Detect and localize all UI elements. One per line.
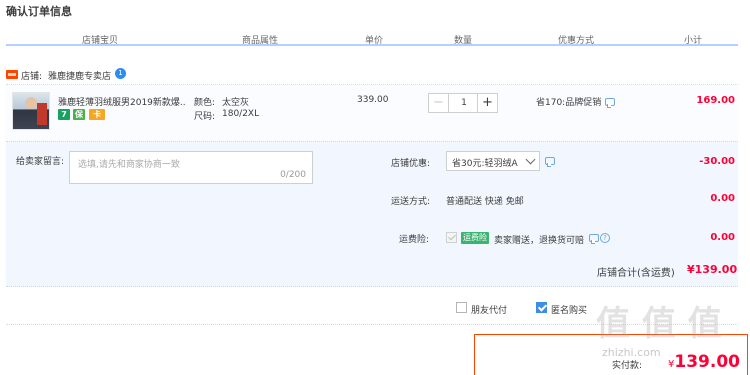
- store-type-icon: [6, 70, 18, 79]
- seller-memo-textarea[interactable]: 选填,请先和商家协商一致 0/200: [69, 151, 313, 184]
- unit-price: 339.00: [357, 95, 389, 105]
- column-header-subtotal: 小计: [684, 36, 703, 46]
- memo-label: 给卖家留言:: [16, 157, 65, 167]
- freight-insurance-badge: 运费险: [461, 232, 489, 244]
- freight-insurance-text: 卖家赠送，退换货可赔: [494, 236, 585, 246]
- discount-comment-icon[interactable]: [545, 157, 555, 167]
- watermark-logo: 值 值 值: [596, 304, 722, 344]
- store-discount-selected: 省30元:轻羽绒A: [452, 159, 518, 169]
- freight-insurance-amount: 0.00: [710, 232, 735, 243]
- store-discount-amount: -30.00: [699, 156, 735, 167]
- seven-day-return-icon[interactable]: 7: [58, 109, 70, 120]
- memo-char-count: 0/200: [280, 170, 306, 180]
- help-icon[interactable]: ?: [600, 233, 610, 243]
- store-chat-badge-icon[interactable]: 1: [115, 68, 126, 79]
- payment-label: 实付款:: [612, 361, 643, 371]
- quantity-increase-button[interactable]: +: [477, 94, 497, 112]
- product-title-link[interactable]: 雅鹿轻薄羽绒服男2019新款爆...: [58, 95, 186, 108]
- product-thumbnail[interactable]: [12, 92, 50, 130]
- size-label: 尺码:: [194, 112, 216, 122]
- store-discount-label: 店铺优惠:: [391, 159, 431, 169]
- freight-insurance-label: 运费险:: [399, 235, 430, 245]
- credit-card-icon[interactable]: 卡: [89, 109, 105, 120]
- column-header-row: 店铺宝贝 商品属性 单价 数量 优惠方式 小计: [6, 30, 738, 46]
- column-header-quantity: 数量: [454, 36, 473, 46]
- store-label: 店铺:: [21, 72, 43, 82]
- size-value: 180/2XL: [222, 109, 260, 119]
- store-total-amount: ¥139.00: [687, 263, 738, 276]
- column-header-promotion: 优惠方式: [558, 36, 595, 46]
- memo-placeholder: 选填,请先和商家协商一致: [78, 160, 180, 170]
- freight-insurance-checkbox[interactable]: [446, 232, 457, 243]
- page-title: 确认订单信息: [6, 5, 72, 18]
- shipping-amount: 0.00: [710, 193, 735, 204]
- guarantee-icon[interactable]: 保: [73, 109, 85, 120]
- column-header-attributes: 商品属性: [242, 36, 279, 46]
- quantity-stepper: − 1 +: [428, 93, 498, 113]
- color-value: 太空灰: [222, 98, 250, 108]
- column-header-product: 店铺宝贝: [82, 36, 119, 46]
- anonymous-purchase-checkbox[interactable]: [536, 302, 547, 313]
- insurance-comment-icon[interactable]: [589, 234, 599, 244]
- anonymous-purchase-label: 匿名购买: [551, 306, 588, 316]
- payment-amount: ¥139.00: [668, 352, 740, 372]
- promotion-comment-icon[interactable]: [605, 98, 615, 108]
- shipping-label: 运送方式:: [391, 197, 431, 207]
- store-name-link[interactable]: 雅鹿捷鹿专卖店: [48, 69, 111, 82]
- item-subtotal: 169.00: [696, 95, 735, 106]
- chevron-down-icon: [525, 154, 536, 165]
- watermark-site: zhizhi.com: [602, 346, 661, 359]
- order-item-row: [6, 84, 738, 141]
- quantity-input[interactable]: 1: [451, 94, 477, 112]
- friend-pay-checkbox[interactable]: [456, 302, 467, 313]
- promotion-text: 省170:品牌促销: [536, 98, 602, 108]
- store-discount-select[interactable]: 省30元:轻羽绒A: [446, 151, 540, 171]
- color-label: 颜色:: [194, 98, 216, 108]
- friend-pay-label: 朋友代付: [471, 306, 508, 316]
- store-total-label: 店铺合计(含运费): [597, 268, 675, 279]
- shipping-method: 普通配送 快递 免邮: [446, 197, 524, 207]
- quantity-decrease-button[interactable]: −: [429, 94, 449, 112]
- column-header-price: 单价: [365, 36, 384, 46]
- payment-amount-value: 139.00: [674, 352, 740, 372]
